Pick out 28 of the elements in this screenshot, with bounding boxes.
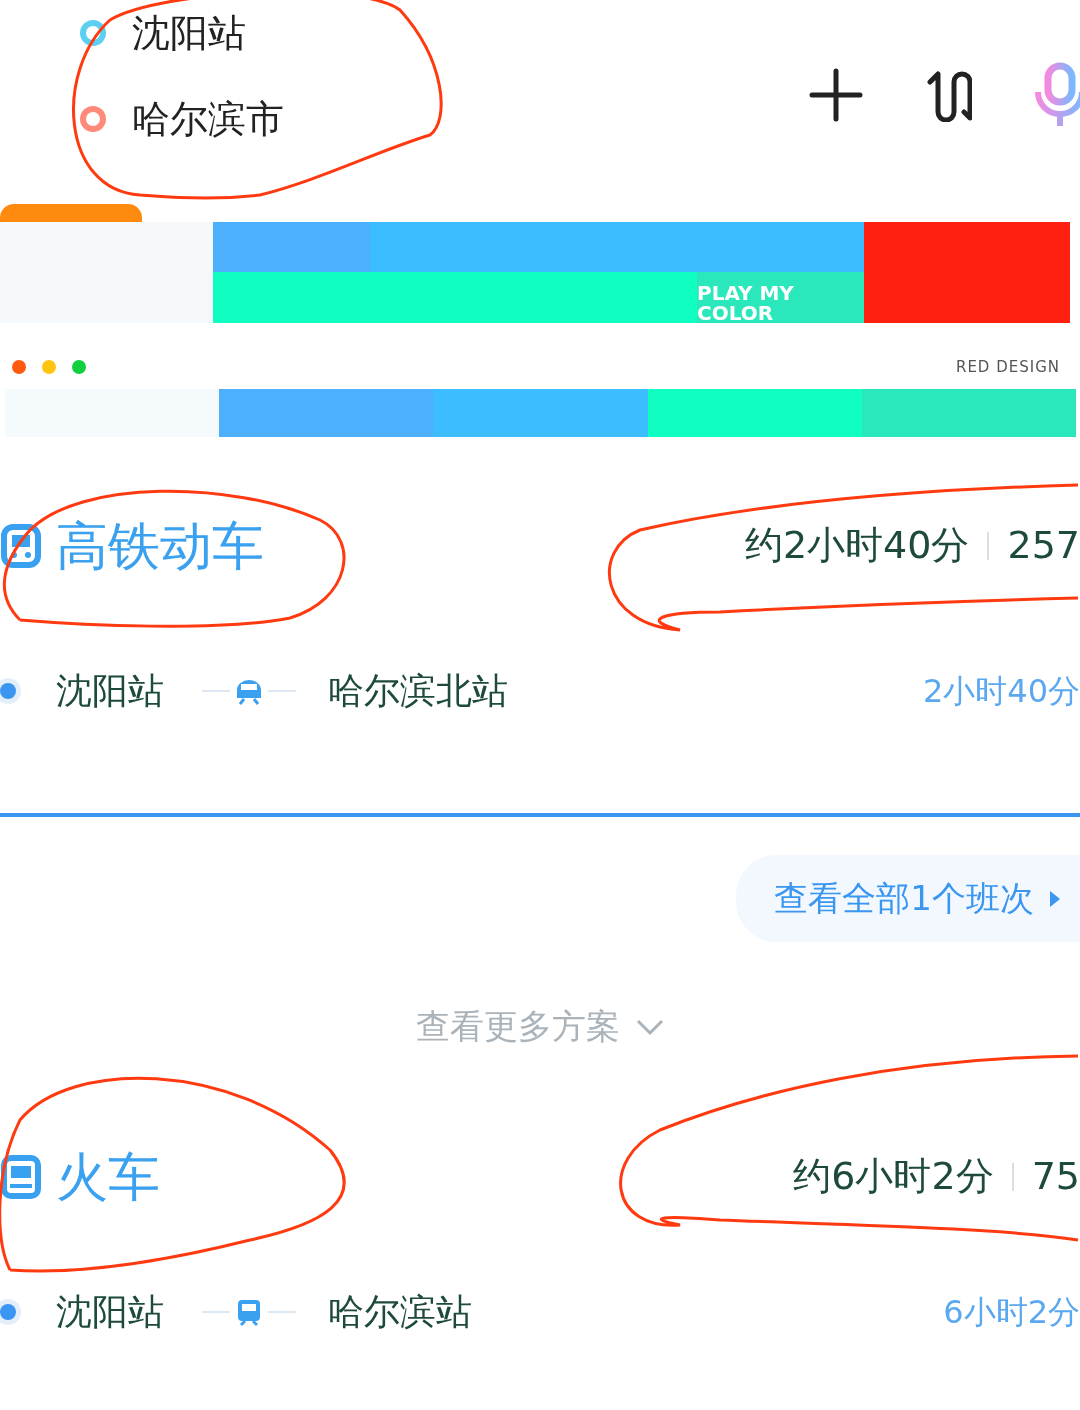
swap-icon[interactable]	[926, 68, 972, 122]
mode-title: 高铁动车	[56, 519, 264, 572]
origin-marker	[80, 20, 106, 46]
train-icon	[0, 1153, 42, 1200]
price: 257	[1007, 522, 1080, 569]
destination-city[interactable]: 哈尔滨市	[132, 100, 284, 138]
departure-station: 沈阳站	[56, 1290, 164, 1334]
departure-station: 沈阳站	[56, 669, 164, 713]
mode-title: 火车	[56, 1150, 160, 1203]
palette-label: RED DESIGN	[955, 356, 1060, 378]
window-control-dot[interactable]	[12, 360, 26, 374]
destination-marker	[80, 106, 106, 132]
caret-icon	[1048, 888, 1062, 909]
travel-time: 约2小时40分	[744, 522, 970, 569]
price: 75	[1031, 1153, 1080, 1200]
add-icon[interactable]	[808, 67, 864, 123]
palette-label: PLAY MY COLOR	[697, 280, 795, 323]
duration: 6小时2分	[943, 1292, 1080, 1333]
origin-station[interactable]: 沈阳站	[132, 14, 246, 52]
chevron-down-icon	[636, 1017, 664, 1036]
travel-time: 约6小时2分	[793, 1153, 994, 1200]
rail-icon	[0, 522, 42, 569]
window-control-dot[interactable]	[42, 360, 56, 374]
arrival-station: 哈尔滨北站	[328, 669, 508, 713]
duration: 2小时40分	[922, 671, 1080, 712]
arrival-station: 哈尔滨站	[328, 1290, 472, 1334]
window-control-dot[interactable]	[72, 360, 86, 374]
microphone-icon[interactable]	[1034, 62, 1080, 128]
